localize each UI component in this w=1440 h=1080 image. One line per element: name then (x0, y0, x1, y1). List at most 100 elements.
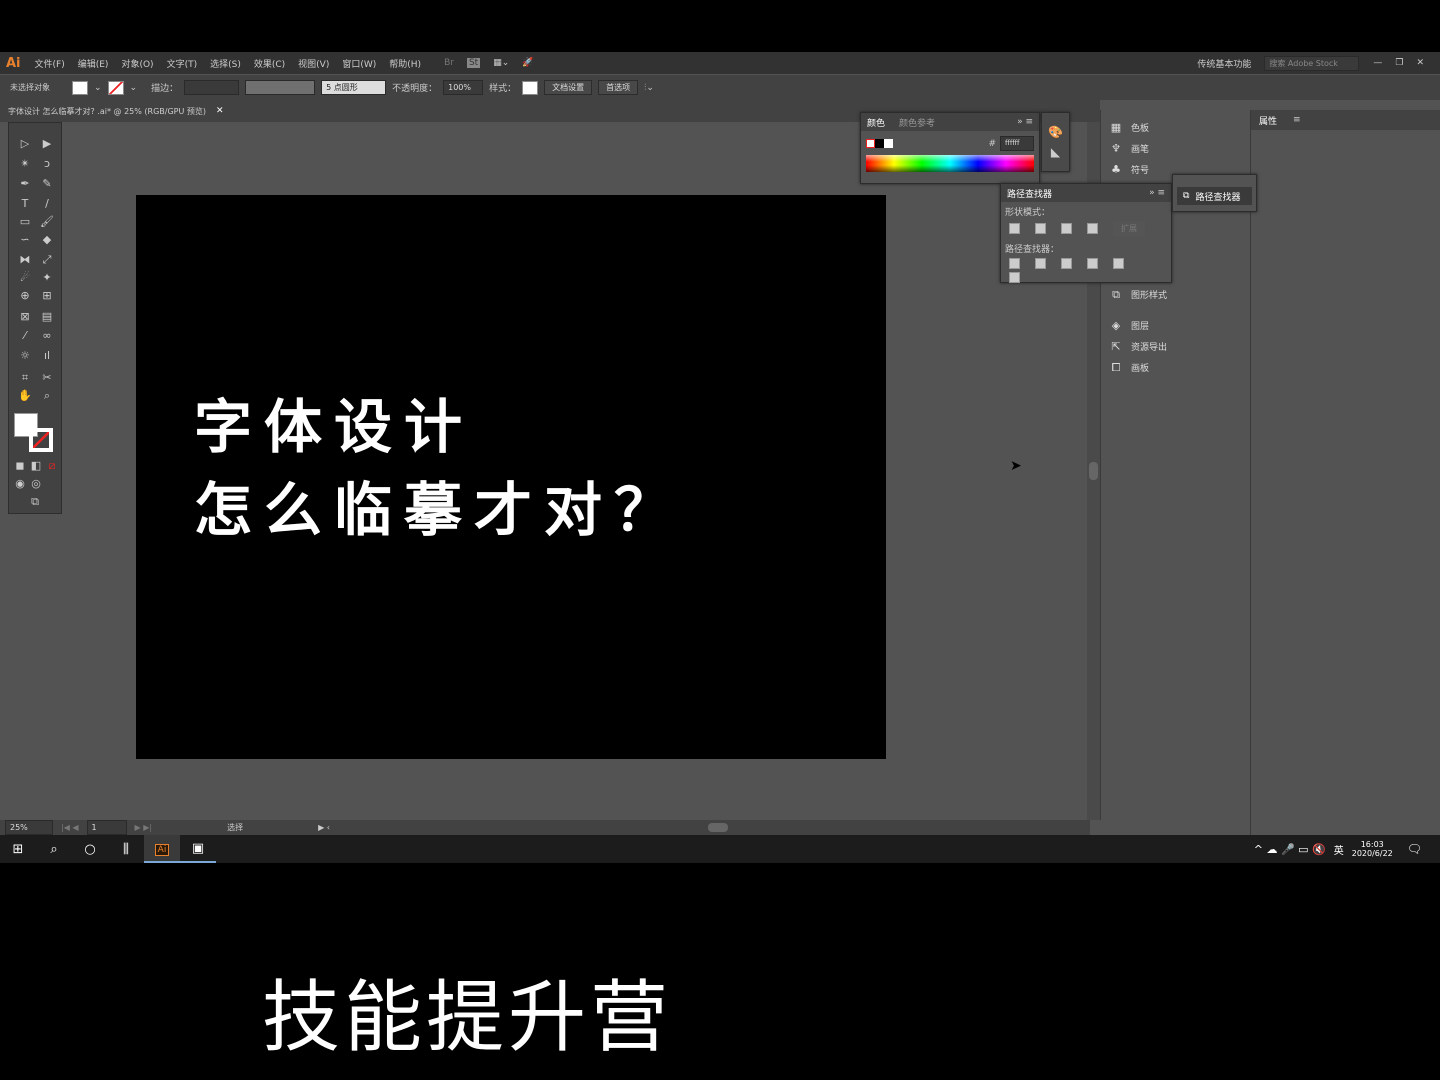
puppet-warp-icon[interactable]: ✦ (39, 271, 55, 285)
workspace-switcher[interactable]: 传统基本功能 (1197, 57, 1251, 70)
menu-window[interactable]: 窗口(W) (342, 57, 376, 70)
magic-wand-icon[interactable]: ✴ (17, 157, 33, 171)
panel-menu-icon[interactable]: » ≡ (1017, 117, 1033, 127)
perspective-icon[interactable]: ⊞ (39, 289, 55, 303)
document-setup-button[interactable]: 文档设置 (544, 80, 593, 95)
minimize-button[interactable]: — (1373, 58, 1382, 68)
zoom-tool-icon[interactable]: ⌕ (39, 389, 55, 403)
selection-tool-icon[interactable]: ▷ (17, 137, 33, 151)
dock-item-brushes[interactable]: ♆ 画笔 (1101, 138, 1250, 159)
menu-effect[interactable]: 效果(C) (254, 57, 285, 70)
curvature-icon[interactable]: ✎ (39, 177, 55, 191)
mesh-icon[interactable]: ⊠ (17, 310, 33, 324)
fill-swatch[interactable] (72, 80, 88, 95)
blend-icon[interactable]: ∞ (39, 329, 55, 343)
dock-item-artboards[interactable]: ⧠ 画板 (1101, 357, 1250, 378)
gradient-icon[interactable]: ▤ (39, 310, 55, 324)
paintbrush-icon[interactable]: 🖌 (39, 215, 55, 229)
menu-file[interactable]: 文件(F) (35, 57, 65, 70)
notifications-icon[interactable]: 🗨 (1407, 842, 1422, 856)
rectangle-tool-icon[interactable]: ▭ (17, 215, 33, 229)
menu-edit[interactable]: 编辑(E) (78, 57, 109, 70)
tab-color-guide[interactable]: 颜色参考 (899, 116, 935, 129)
reflect-icon[interactable]: ⧓ (17, 253, 33, 267)
expand-button[interactable]: 扩展 (1113, 221, 1145, 236)
search-icon[interactable]: ⌕ (36, 842, 72, 857)
hand-tool-icon[interactable]: ✋ (17, 389, 33, 403)
variable-width-profile[interactable] (245, 80, 316, 95)
stroke-weight-input[interactable] (184, 80, 240, 95)
status-menu-icon[interactable]: ▶ ‹ (318, 823, 330, 832)
pathfinder-collapsed-button[interactable]: ⧉ 路径查找器 (1177, 187, 1252, 205)
dock-item-asset-export[interactable]: ⇱ 资源导出 (1101, 336, 1250, 357)
pathfinder-title[interactable]: 路径查找器 (1007, 187, 1052, 200)
crop-icon[interactable] (1087, 258, 1098, 269)
brush-definition[interactable]: 5 点圆形 (321, 80, 387, 95)
color-mode-icon[interactable]: ◼ (12, 459, 28, 473)
stock-button[interactable]: St (466, 58, 481, 68)
outline-icon[interactable] (1113, 258, 1124, 269)
close-tab-icon[interactable]: ✕ (216, 106, 224, 116)
screen-mode-icon[interactable]: ⧉ (27, 495, 43, 509)
chevron-down-icon[interactable]: ⌄ (130, 83, 138, 93)
gradient-mode-icon[interactable]: ◧ (28, 459, 44, 473)
black-swatch[interactable] (875, 139, 884, 148)
cortana-icon[interactable]: ○ (72, 842, 108, 857)
none-swatch[interactable] (866, 139, 875, 148)
hex-input[interactable]: ffffff (1000, 136, 1034, 151)
minus-front-icon[interactable] (1035, 223, 1046, 234)
opacity-input[interactable]: 100% (443, 80, 484, 95)
warp-icon[interactable]: ☄ (17, 271, 33, 285)
taskbar-media-app[interactable]: ▣ (180, 835, 216, 863)
align-icon[interactable]: ⫶⌄ (644, 83, 654, 93)
tab-properties[interactable]: 属性 (1259, 114, 1277, 127)
stroke-swatch[interactable] (107, 80, 124, 95)
artboard-tool-icon[interactable]: ⌗ (17, 371, 33, 385)
shaper-icon[interactable]: ∽ (17, 233, 33, 247)
merge-icon[interactable] (1061, 258, 1072, 269)
graphic-style-swatch[interactable] (522, 80, 539, 95)
draw-behind-icon[interactable]: ◎ (28, 477, 44, 491)
dock-item-layers[interactable]: ◈ 图层 (1101, 315, 1250, 336)
arrange-documents-icon[interactable]: ▦⌄ (493, 58, 509, 68)
menu-view[interactable]: 视图(V) (298, 57, 329, 70)
windows-start-icon[interactable]: ⊞ (0, 842, 36, 857)
stroke-color-box[interactable] (29, 428, 53, 452)
gradient-panel-icon[interactable]: ◣ (1042, 145, 1069, 159)
task-view-icon[interactable]: ⫼ (108, 842, 144, 857)
gpu-performance-icon[interactable]: 🚀 (522, 58, 533, 68)
artboard[interactable]: 字体设计 怎么临摹才对？ (136, 195, 886, 759)
chevron-down-icon[interactable]: ⌄ (94, 83, 102, 93)
unite-icon[interactable] (1009, 223, 1020, 234)
white-swatch[interactable] (884, 139, 893, 148)
eyedropper-icon[interactable]: ⁄ (17, 329, 33, 343)
close-button[interactable]: ✕ (1416, 58, 1424, 68)
trim-icon[interactable] (1035, 258, 1046, 269)
ime-indicator[interactable]: 英 (1334, 842, 1344, 857)
artboard-number[interactable]: 1 (86, 820, 127, 835)
tray-icons[interactable]: ^ ☁ 🎤 ▭ 🔇 (1254, 843, 1326, 856)
dock-item-graphic-styles[interactable]: ⧉ 图形样式 (1101, 284, 1250, 305)
menu-type[interactable]: 文字(T) (167, 57, 198, 70)
document-tab[interactable]: 字体设计 怎么临摹才对? .ai* @ 25% (RGB/GPU 预览) (8, 106, 206, 117)
list-icon[interactable]: ≡ (1293, 115, 1301, 125)
stock-search-input[interactable]: 搜索 Adobe Stock (1264, 55, 1360, 71)
color-theme-icon[interactable]: 🎨 (1042, 125, 1069, 139)
line-tool-icon[interactable]: / (39, 197, 55, 211)
pen-tool-icon[interactable]: ✒ (17, 177, 33, 191)
clock[interactable]: 16:03 2020/6/22 (1352, 840, 1393, 858)
minus-back-icon[interactable] (1009, 272, 1020, 283)
symbol-sprayer-icon[interactable]: ☼ (17, 349, 33, 363)
column-graph-icon[interactable]: ıl (39, 349, 55, 363)
intersect-icon[interactable] (1061, 223, 1072, 234)
slice-icon[interactable]: ✂ (39, 371, 55, 385)
restore-button[interactable]: ❐ (1395, 58, 1403, 68)
horizontal-scrollbar[interactable] (338, 823, 1080, 832)
prev-artboard-icon[interactable]: |◀ ◀ (61, 823, 79, 832)
tab-color[interactable]: 颜色 (867, 116, 885, 129)
taskbar-illustrator[interactable]: Ai (144, 835, 180, 863)
eraser-icon[interactable]: ◆ (39, 233, 55, 247)
divide-icon[interactable] (1009, 258, 1020, 269)
zoom-select[interactable]: 25% (5, 820, 53, 835)
preferences-button[interactable]: 首选项 (598, 80, 639, 95)
